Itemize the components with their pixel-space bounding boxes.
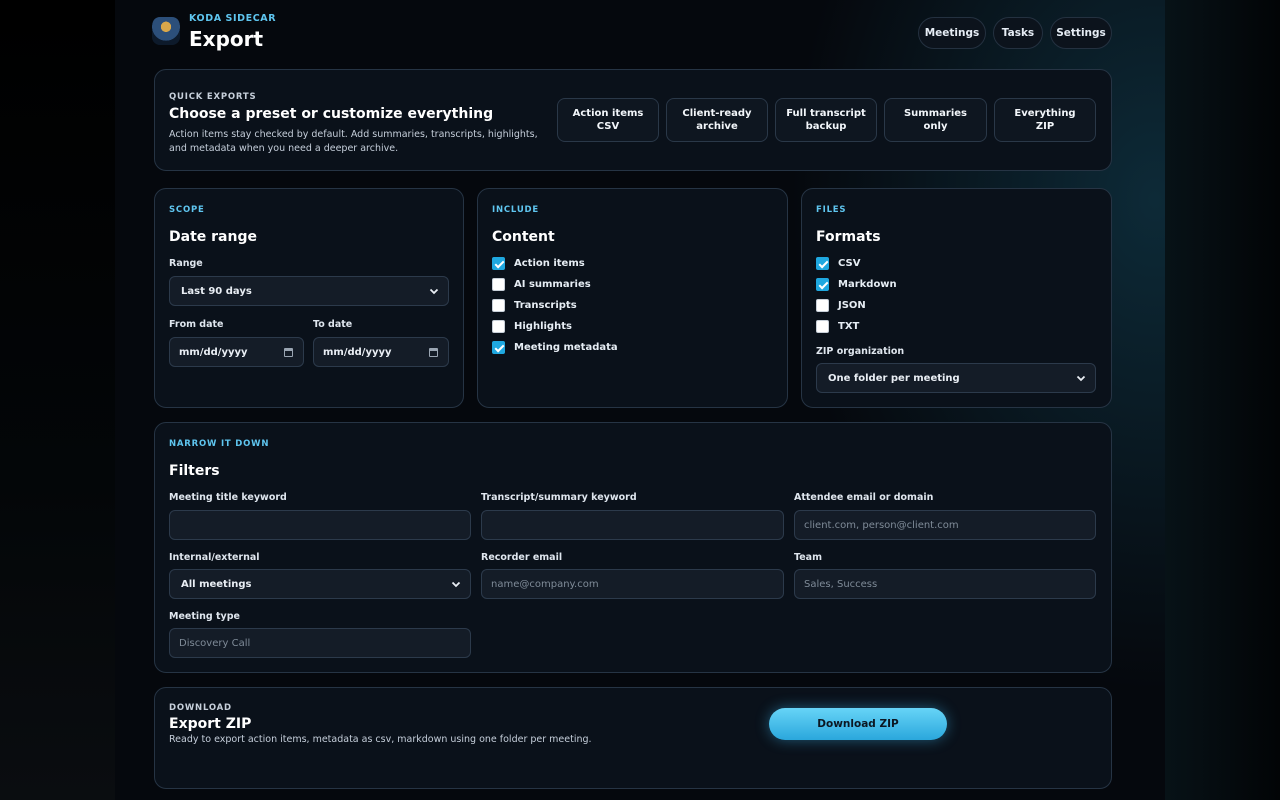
- internal-external-select[interactable]: All meetings: [169, 569, 471, 599]
- scope-heading: Date range: [169, 229, 257, 245]
- checkbox-label: TXT: [838, 320, 860, 332]
- checkbox-meeting-metadata[interactable]: Meeting metadata: [492, 340, 618, 354]
- page-title: Export: [189, 27, 264, 51]
- team-label: Team: [794, 552, 822, 563]
- recorder-email-input[interactable]: name@company.com: [481, 569, 784, 599]
- screen: KODA SIDECAR Export Meetings Tasks Setti…: [0, 0, 1280, 800]
- zip-organization-value: One folder per meeting: [828, 372, 960, 384]
- koda-logo-icon: [152, 17, 180, 45]
- recorder-email-label: Recorder email: [481, 552, 563, 563]
- nav-meetings-button[interactable]: Meetings: [918, 17, 986, 49]
- download-zip-button[interactable]: Download ZIP: [769, 708, 947, 740]
- calendar-icon[interactable]: [429, 348, 438, 357]
- checkbox-icon[interactable]: [816, 298, 829, 312]
- checkbox-icon[interactable]: [492, 340, 505, 354]
- range-select[interactable]: Last 90 days: [169, 276, 449, 306]
- title-keyword-input[interactable]: [169, 510, 471, 540]
- download-description: Ready to export action items, metadata a…: [169, 734, 592, 745]
- team-input[interactable]: Sales, Success: [794, 569, 1096, 599]
- include-eyebrow: INCLUDE: [492, 205, 539, 215]
- checkbox-action-items[interactable]: Action items: [492, 256, 585, 270]
- title-keyword-label: Meeting title keyword: [169, 492, 287, 503]
- checkbox-icon[interactable]: [492, 319, 505, 333]
- nav-tasks-button[interactable]: Tasks: [993, 17, 1043, 49]
- download-eyebrow: DOWNLOAD: [169, 703, 232, 713]
- transcript-keyword-label: Transcript/summary keyword: [481, 492, 637, 503]
- preset-summaries-only-button[interactable]: Summaries only: [884, 98, 987, 142]
- scope-eyebrow: SCOPE: [169, 205, 205, 215]
- checkbox-label: CSV: [838, 257, 861, 269]
- checkbox-icon[interactable]: [492, 277, 505, 291]
- right-backdrop: [1165, 0, 1280, 800]
- filters-heading: Filters: [169, 463, 220, 479]
- zip-organization-select[interactable]: One folder per meeting: [816, 363, 1096, 393]
- meeting-type-label: Meeting type: [169, 611, 240, 622]
- files-eyebrow: FILES: [816, 205, 847, 215]
- checkbox-icon[interactable]: [816, 277, 829, 291]
- checkbox-label: JSON: [838, 299, 866, 311]
- chevron-down-icon: [429, 288, 439, 295]
- checkbox-icon[interactable]: [492, 298, 505, 312]
- checkbox-icon[interactable]: [816, 256, 829, 270]
- meeting-type-input[interactable]: Discovery Call: [169, 628, 471, 658]
- quick-exports-eyebrow: QUICK EXPORTS: [169, 92, 257, 102]
- checkbox-csv[interactable]: CSV: [816, 256, 860, 270]
- checkbox-label: Markdown: [838, 278, 897, 290]
- internal-external-label: Internal/external: [169, 552, 260, 563]
- checkbox-label: Action items: [514, 257, 585, 269]
- chevron-down-icon: [1076, 375, 1086, 382]
- brand-name: KODA SIDECAR: [189, 13, 277, 24]
- left-backdrop: [0, 0, 115, 800]
- to-date-label: To date: [313, 319, 353, 330]
- checkbox-label: Highlights: [514, 320, 572, 332]
- checkbox-json[interactable]: JSON: [816, 298, 866, 312]
- checkbox-highlights[interactable]: Highlights: [492, 319, 572, 333]
- from-date-value: mm/dd/yyyy: [179, 346, 248, 358]
- quick-exports-heading: Choose a preset or customize everything: [169, 106, 494, 122]
- checkbox-txt[interactable]: TXT: [816, 319, 859, 333]
- checkbox-icon[interactable]: [492, 256, 505, 270]
- attendee-input[interactable]: client.com, person@client.com: [794, 510, 1096, 540]
- from-date-label: From date: [169, 319, 224, 330]
- attendee-label: Attendee email or domain: [794, 492, 934, 503]
- preset-action-items-csv-button[interactable]: Action items CSV: [557, 98, 659, 142]
- range-select-value: Last 90 days: [181, 285, 252, 297]
- calendar-icon[interactable]: [284, 348, 293, 357]
- checkbox-label: AI summaries: [514, 278, 591, 290]
- preset-full-transcript-backup-button[interactable]: Full transcript backup: [775, 98, 877, 142]
- checkbox-transcripts[interactable]: Transcripts: [492, 298, 577, 312]
- filters-eyebrow: NARROW IT DOWN: [169, 439, 270, 449]
- to-date-value: mm/dd/yyyy: [323, 346, 392, 358]
- nav-settings-button[interactable]: Settings: [1050, 17, 1112, 49]
- transcript-keyword-input[interactable]: [481, 510, 784, 540]
- internal-external-value: All meetings: [181, 578, 252, 590]
- include-heading: Content: [492, 229, 555, 245]
- checkbox-markdown[interactable]: Markdown: [816, 277, 897, 291]
- range-label: Range: [169, 258, 203, 269]
- checkbox-label: Transcripts: [514, 299, 577, 311]
- checkbox-icon[interactable]: [816, 319, 829, 333]
- to-date-input[interactable]: mm/dd/yyyy: [313, 337, 449, 367]
- preset-everything-zip-button[interactable]: Everything ZIP: [994, 98, 1096, 142]
- from-date-input[interactable]: mm/dd/yyyy: [169, 337, 304, 367]
- quick-exports-description: Action items stay checked by default. Ad…: [169, 129, 538, 154]
- checkbox-label: Meeting metadata: [514, 341, 618, 353]
- preset-client-ready-archive-button[interactable]: Client-ready archive: [666, 98, 768, 142]
- download-heading: Export ZIP: [169, 716, 252, 732]
- chevron-down-icon: [451, 581, 461, 588]
- zip-organization-label: ZIP organization: [816, 346, 905, 357]
- checkbox-ai-summaries[interactable]: AI summaries: [492, 277, 591, 291]
- files-heading: Formats: [816, 229, 881, 245]
